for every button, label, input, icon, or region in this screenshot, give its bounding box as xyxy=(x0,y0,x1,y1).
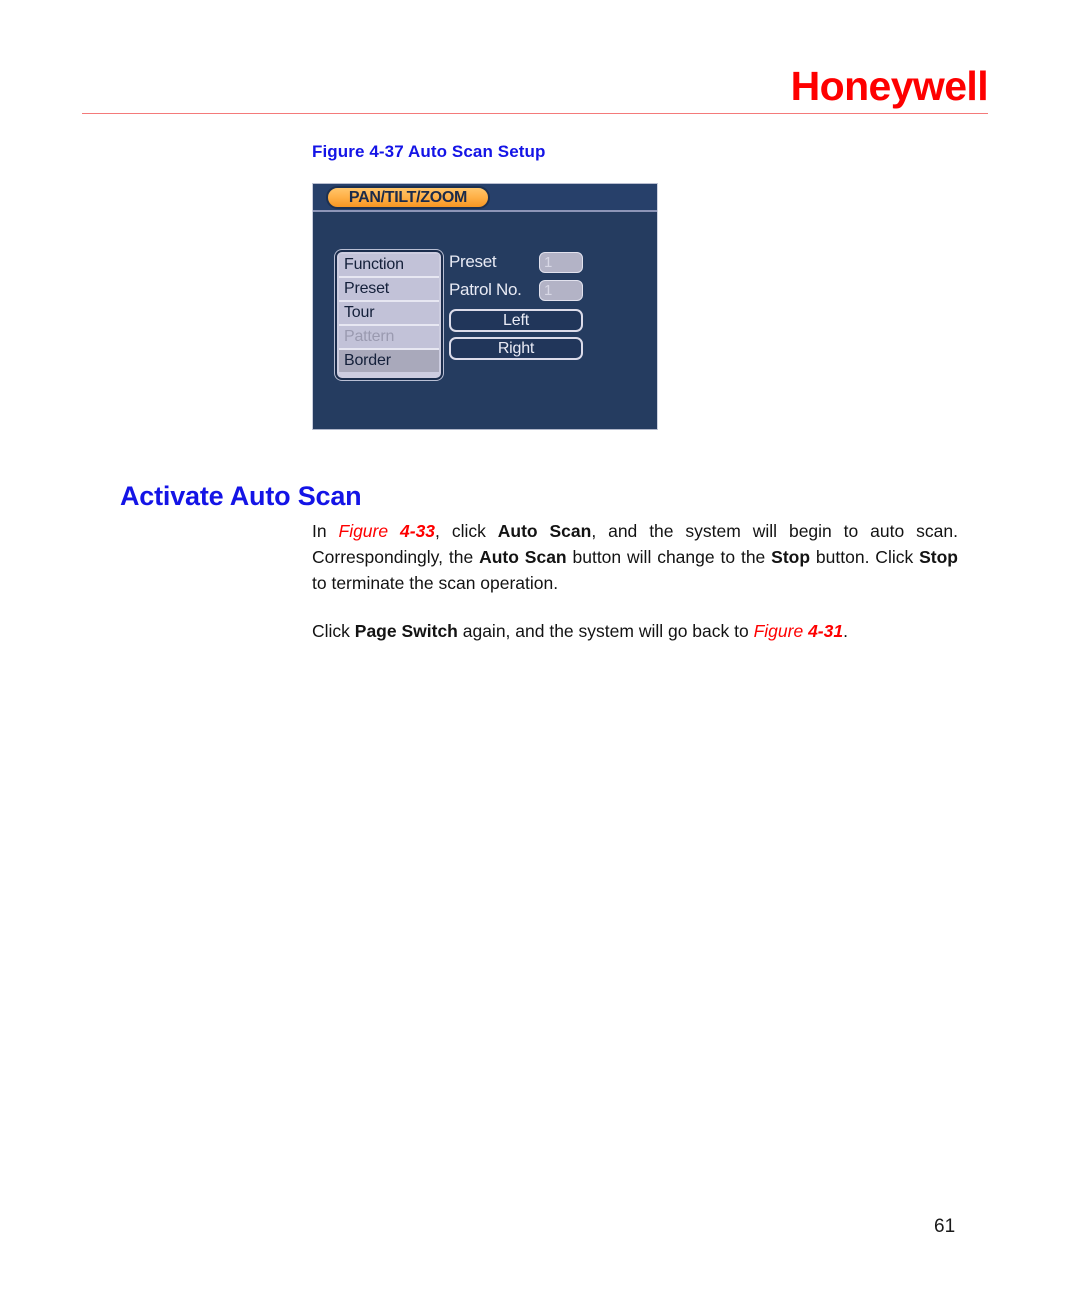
ptz-patrol-label: Patrol No. xyxy=(449,280,522,299)
header-divider xyxy=(82,113,988,114)
p2-figref-word: Figure xyxy=(753,621,804,641)
p2-text-3: . xyxy=(843,621,848,641)
ptz-list-item-border[interactable]: Border xyxy=(339,350,439,372)
p1-bold-auto-scan-1: Auto Scan xyxy=(497,521,592,541)
document-page: Honeywell Figure 4-37 Auto Scan Setup PA… xyxy=(0,0,1080,1309)
p1-figref-word: Figure xyxy=(338,521,389,541)
ptz-title-bar: PAN/TILT/ZOOM xyxy=(313,184,657,212)
ptz-list-item-function[interactable]: Function xyxy=(339,254,439,278)
ptz-preset-input[interactable]: 1 xyxy=(539,251,583,273)
paragraph-page-switch: Click Page Switch again, and the system … xyxy=(312,618,958,644)
paragraph-auto-scan: In Figure 4-33, click Auto Scan, and the… xyxy=(312,518,958,596)
ptz-preset-row: Preset 1 xyxy=(449,248,639,276)
honeywell-logo: Honeywell xyxy=(790,63,989,109)
ptz-patrol-input[interactable]: 1 xyxy=(539,279,583,301)
page-number: 61 xyxy=(934,1216,956,1237)
ptz-left-button[interactable]: Left xyxy=(449,309,583,332)
p1-figref-num: 4-33 xyxy=(388,521,436,541)
p2-figref-num: 4-31 xyxy=(803,621,844,641)
ptz-dialog-figure: PAN/TILT/ZOOM Function Preset Tour Patte… xyxy=(312,183,658,430)
ptz-list-item-preset[interactable]: Preset xyxy=(339,278,439,302)
figure-caption: Figure 4-37 Auto Scan Setup xyxy=(312,142,546,161)
p1-bold-auto-scan-2: Auto Scan xyxy=(479,547,567,567)
ptz-patrol-row: Patrol No. 1 xyxy=(449,276,639,304)
section-heading: Activate Auto Scan xyxy=(120,481,362,512)
figure-reference-4-31: Figure 4-31 xyxy=(754,621,844,641)
p2-text-2: again, and the system will go back to xyxy=(457,621,754,641)
figure-reference-4-33: Figure 4-33 xyxy=(339,521,436,541)
p2-text-1: Click xyxy=(312,621,355,641)
ptz-list-item-pattern: Pattern xyxy=(339,326,439,350)
p1-text-1: In xyxy=(312,521,339,541)
ptz-title-label: PAN/TILT/ZOOM xyxy=(348,188,468,206)
ptz-right-button[interactable]: Right xyxy=(449,337,583,360)
p1-text-4: button will change to the xyxy=(566,547,772,567)
p1-text-6: to terminate the scan operation. xyxy=(312,573,559,593)
p1-bold-stop-2: Stop xyxy=(919,547,958,567)
p1-text-2: , click xyxy=(435,521,498,541)
ptz-controls: Preset 1 Patrol No. 1 Left Right xyxy=(449,248,639,360)
ptz-title-tab: PAN/TILT/ZOOM xyxy=(326,186,490,209)
ptz-function-list: Function Preset Tour Pattern Border xyxy=(335,250,443,380)
ptz-list-item-tour[interactable]: Tour xyxy=(339,302,439,326)
p1-bold-stop-1: Stop xyxy=(771,547,811,567)
p2-bold-page-switch: Page Switch xyxy=(354,621,458,641)
body-text: In Figure 4-33, click Auto Scan, and the… xyxy=(312,518,958,644)
ptz-preset-label: Preset xyxy=(449,252,497,271)
p1-text-5: button. Click xyxy=(810,547,920,567)
